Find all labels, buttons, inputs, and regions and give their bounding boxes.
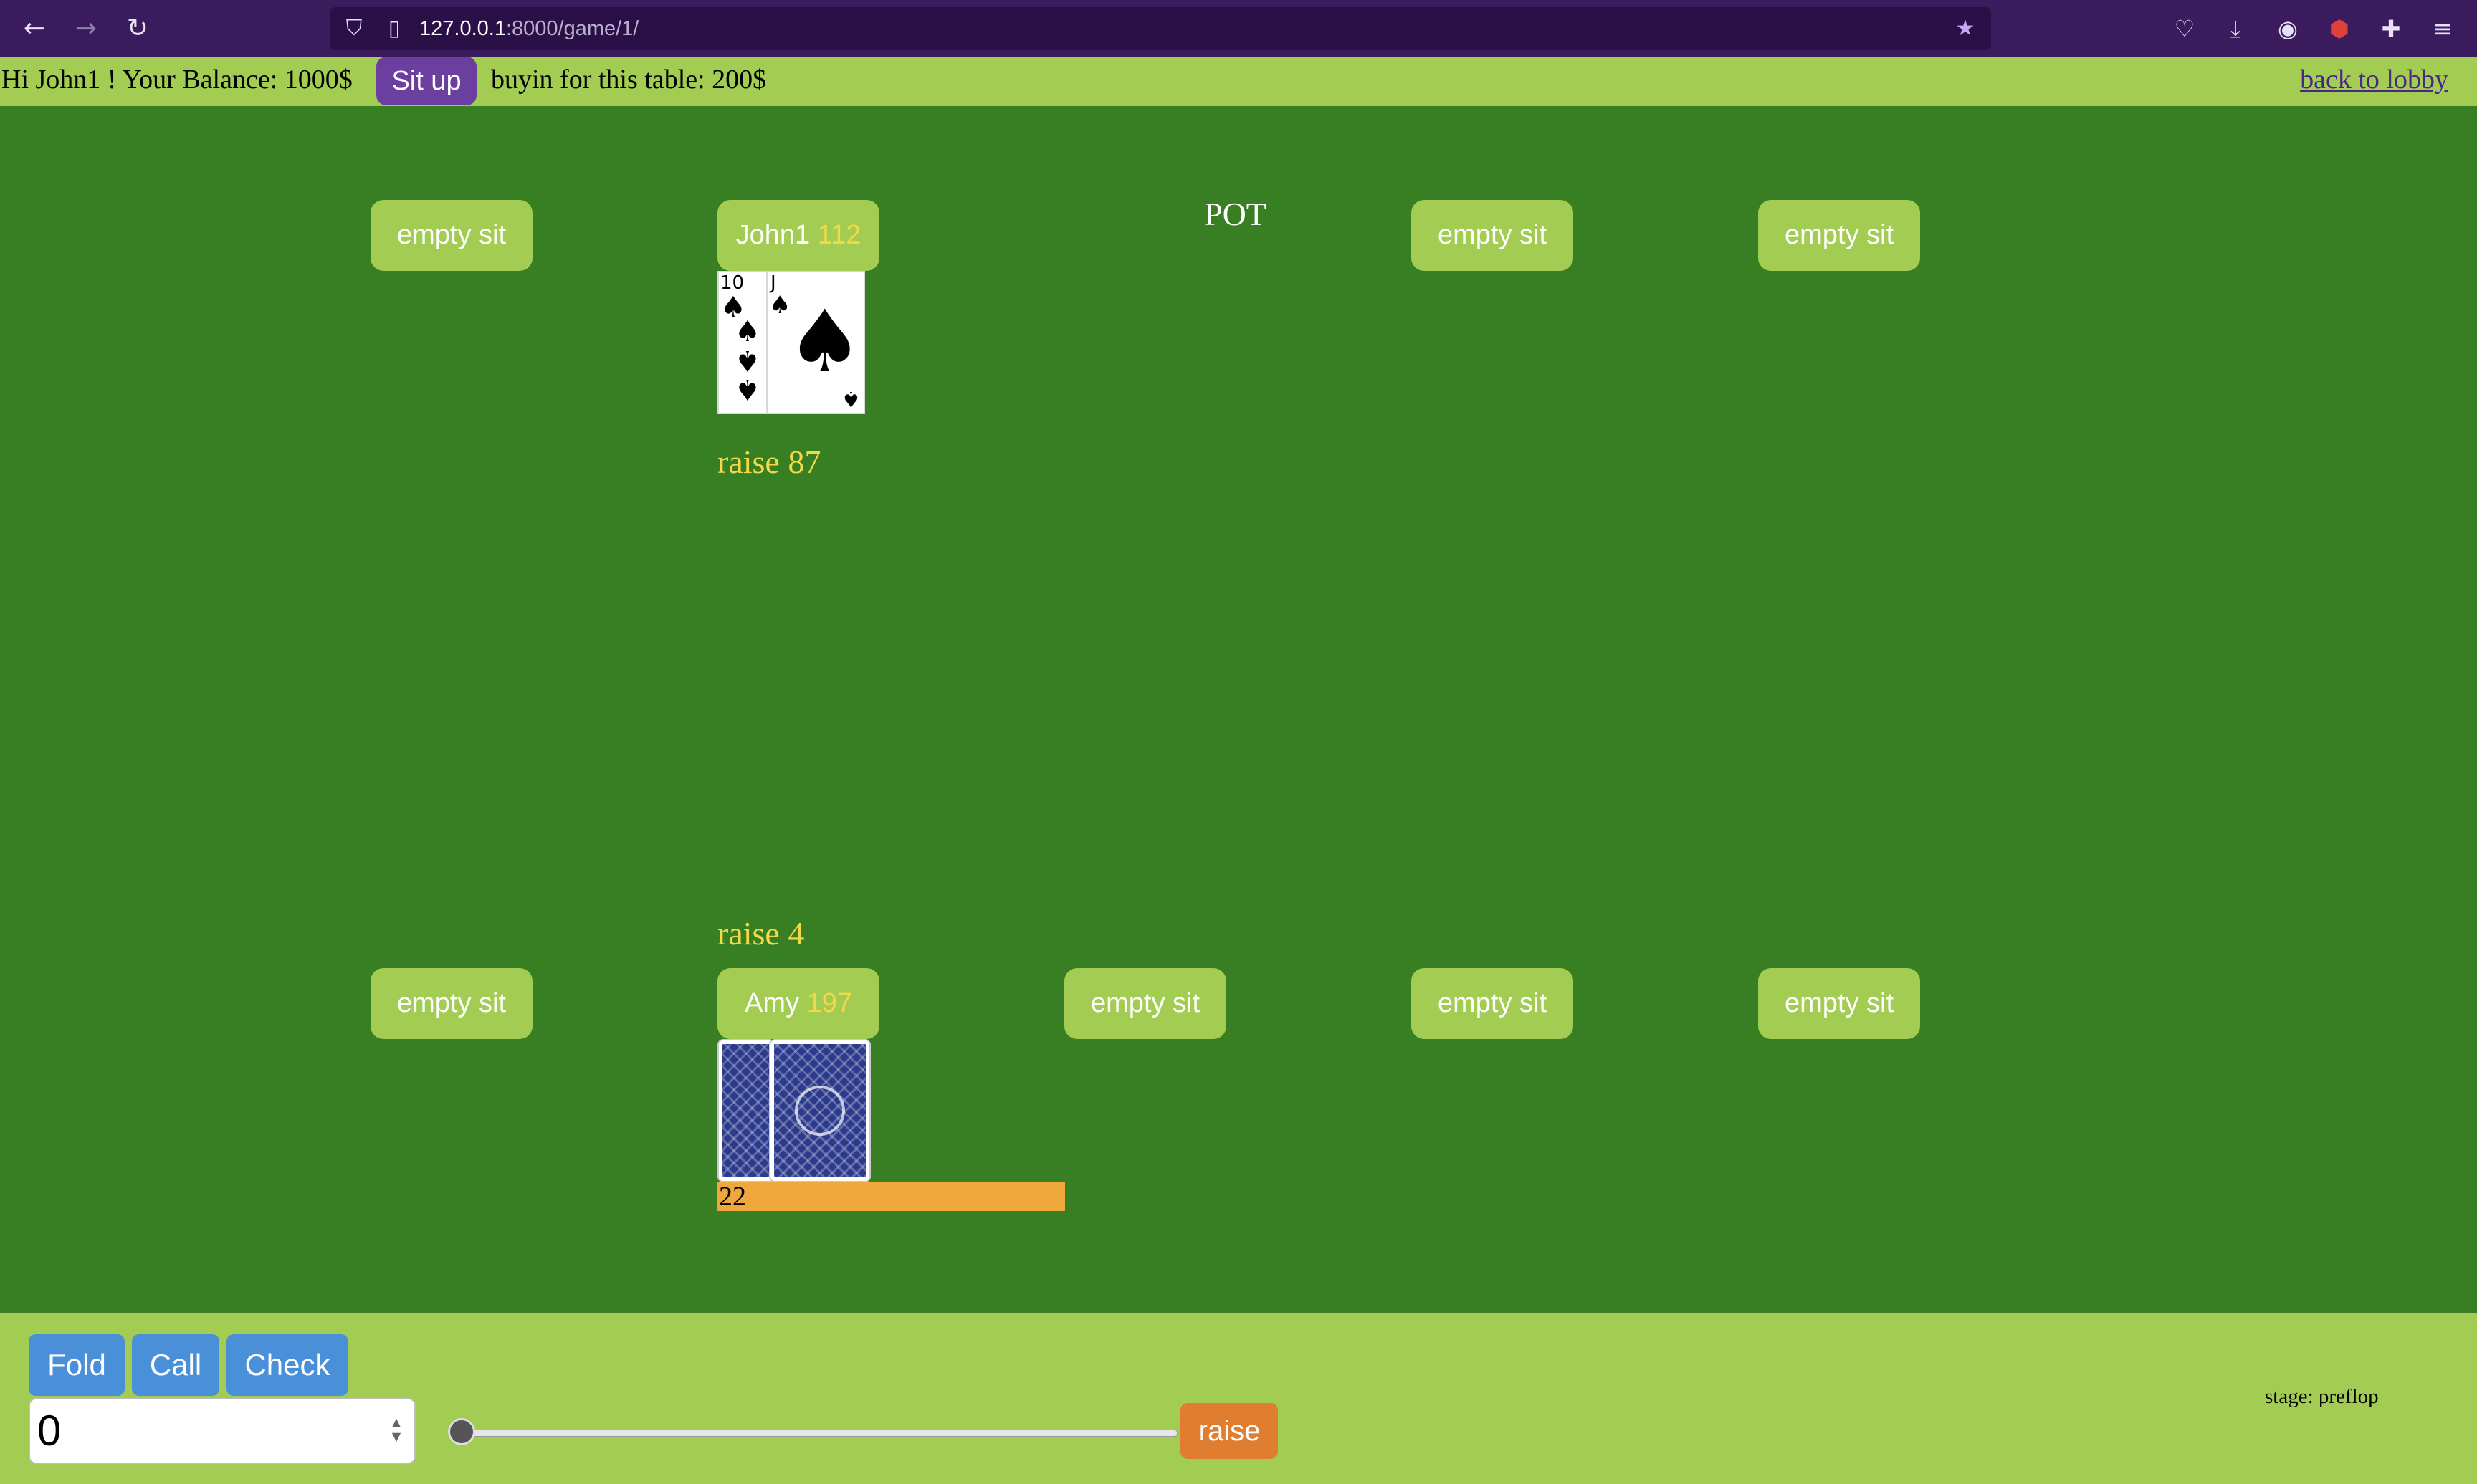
action-panel: Fold Call Check 0 ▲ ▼ raise [0,1313,2477,1484]
star-icon[interactable]: ★ [1951,14,1980,43]
page-icon: ▯ [388,16,401,41]
raise-amount-value: 0 [37,1407,62,1455]
seat-amy[interactable]: Amy 197 [717,968,879,1039]
card-rank: 10 [720,272,745,294]
seat-bottom-5[interactable]: empty sit [1758,968,1920,1039]
card-back [719,1040,773,1181]
extensions-icon[interactable]: ✚ [2375,13,2407,44]
forward-arrow-icon[interactable]: → [70,13,102,44]
url-text[interactable]: 127.0.0.1:8000/game/1/ [419,7,639,50]
seat-bottom-3[interactable]: empty sit [1064,968,1226,1039]
card-back [770,1040,869,1181]
call-button[interactable]: Call [132,1334,219,1396]
buyin-text: buyin for this table: 200$ [491,64,767,95]
download-icon[interactable]: ⤓ [2220,13,2251,44]
spade-icon: ♠ [735,373,760,406]
game-header: Hi John1 ! Your Balance: 1000$ Sit up bu… [0,57,2477,106]
seat-top-1[interactable]: empty sit [371,200,533,271]
back-to-lobby-link[interactable]: back to lobby [2300,64,2448,95]
fold-button[interactable]: Fold [29,1334,125,1396]
player-name: John1 [735,220,811,250]
hamburger-menu-icon[interactable]: ≡ [2427,13,2458,44]
card-rank: J [770,272,776,294]
spade-icon: ♠ [786,292,864,392]
raise-slider[interactable] [448,1430,1178,1437]
seat-top-4[interactable]: empty sit [1758,200,1920,271]
player-stack: 197 [806,988,852,1018]
pot-label: POT [1204,196,1266,232]
card-ten-of-spades: 10 ♠ ♠ ♠ ♠ [717,271,768,414]
player-stack: 112 [817,220,862,250]
account-icon[interactable]: ◉ [2272,13,2304,44]
shield-icon[interactable]: ⛉ [340,14,368,43]
raise-amount-input[interactable]: 0 ▲ ▼ [29,1398,416,1464]
address-bar[interactable]: ⛉ ▯ 127.0.0.1:8000/game/1/ ★ [330,7,1991,50]
turn-timer-bar: 22 [717,1182,1065,1211]
check-button[interactable]: Check [226,1334,348,1396]
amy-last-action: raise 4 [717,915,805,952]
seat-john1[interactable]: John1 112 [717,200,879,271]
card-jack-of-spades: J ♠ ♠ ♠ [766,271,865,414]
raise-button[interactable]: raise [1180,1403,1278,1459]
url-host: 127.0.0.1 [419,17,506,40]
game-stage: stage: preflop [2265,1385,2379,1408]
turn-timer-value: 22 [719,1182,746,1212]
spinner-icon[interactable]: ▲ ▼ [386,1415,407,1447]
pocket-icon[interactable]: ♡ [2169,13,2200,44]
back-arrow-icon[interactable]: ← [19,13,50,44]
seat-top-3[interactable]: empty sit [1411,200,1573,271]
sit-up-button[interactable]: Sit up [376,57,477,105]
reload-icon[interactable]: ↻ [122,13,153,44]
spade-icon: ♠ [841,386,861,411]
card-back-medallion [795,1086,845,1136]
ublock-icon[interactable]: ⬢ [2324,13,2355,44]
player-name: Amy [745,988,800,1018]
balance-greeting: Hi John1 ! Your Balance: 1000$ [1,64,353,95]
browser-toolbar: ← → ↻ ⛉ ▯ 127.0.0.1:8000/game/1/ ★ ♡ ⤓ ◉… [0,0,2477,57]
raise-slider-thumb[interactable] [448,1418,475,1445]
seat-bottom-1[interactable]: empty sit [371,968,533,1039]
john1-last-action: raise 87 [717,444,821,480]
url-path: :8000/game/1/ [505,17,639,40]
seat-bottom-4[interactable]: empty sit [1411,968,1573,1039]
poker-table: empty sit John1 112 POT empty sit empty … [0,106,2477,1313]
